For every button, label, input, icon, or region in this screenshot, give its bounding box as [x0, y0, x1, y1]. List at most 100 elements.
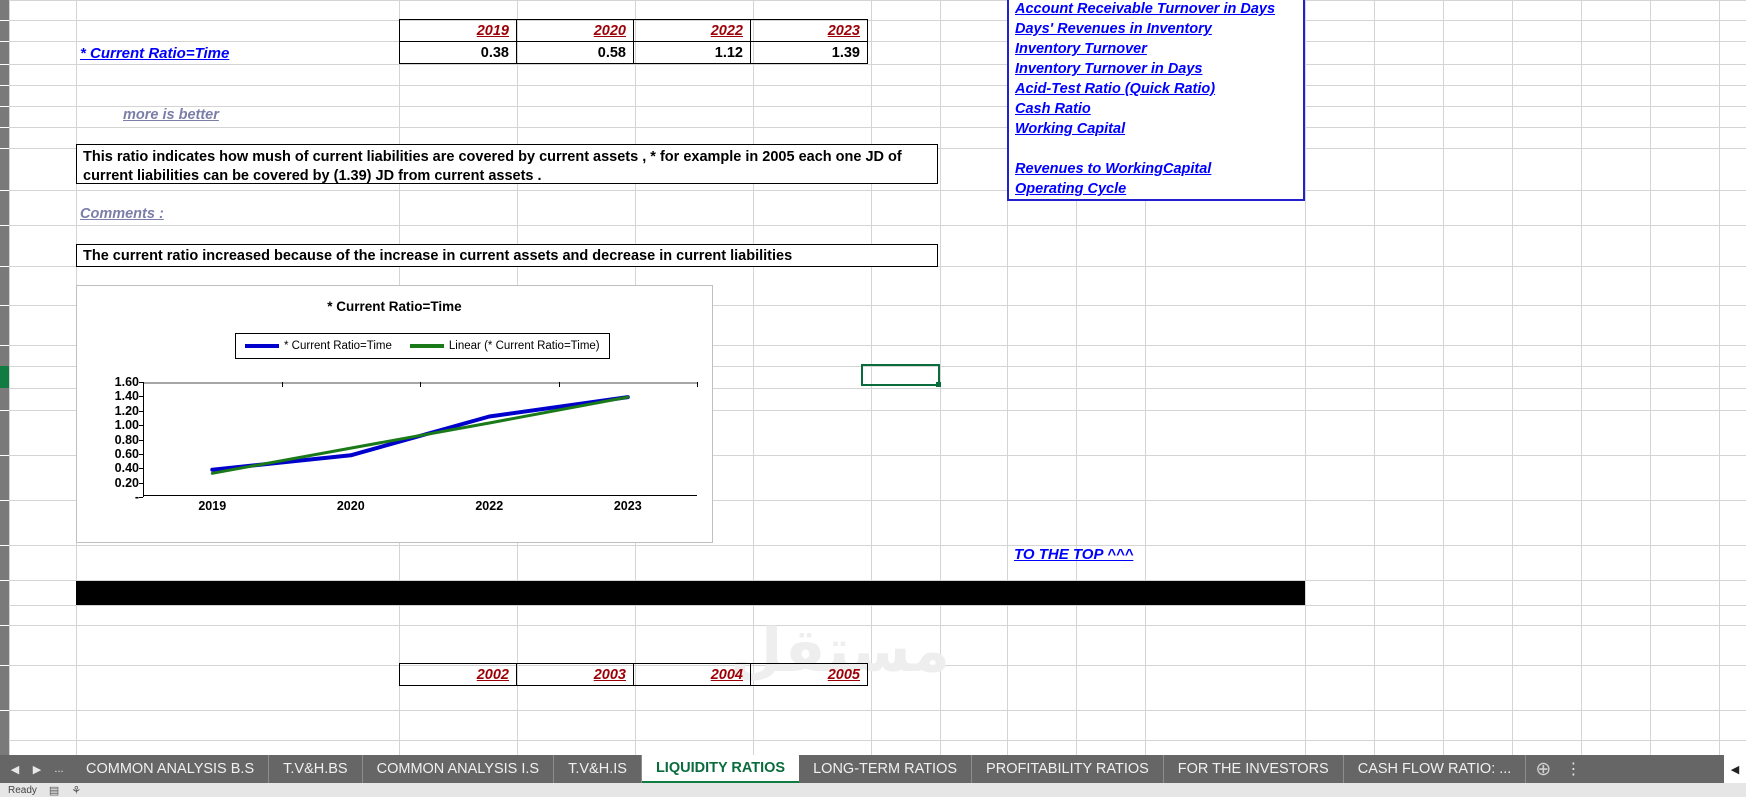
- lower-table-header-cell[interactable]: 2005: [750, 663, 868, 686]
- sheet-tab-t-v-h-bs[interactable]: T.V&H.BS: [269, 755, 363, 783]
- grid-row-line: [0, 127, 1746, 128]
- lower-ratio-table[interactable]: 2002 2003 2004 2005: [399, 663, 868, 686]
- legend-swatch-green: [409, 344, 444, 348]
- grid-column-line: [1374, 0, 1375, 755]
- nav-link-account-receivable-turnover-days[interactable]: Account Receivable Turnover in Days: [1015, 0, 1303, 19]
- row-header-gutter[interactable]: [0, 0, 9, 755]
- chart-series-line: [210, 395, 630, 475]
- grid-column-line: [1512, 0, 1513, 755]
- table-value-cell[interactable]: 0.38: [399, 41, 517, 64]
- lower-table-header-cell[interactable]: 2003: [516, 663, 634, 686]
- legend-swatch-blue: [245, 344, 279, 348]
- next-sheet-icon[interactable]: ▶: [26, 755, 48, 783]
- sheet-tab-t-v-h-is[interactable]: T.V&H.IS: [554, 755, 642, 783]
- nav-link-operating-cycle[interactable]: Operating Cycle: [1015, 179, 1303, 199]
- scroll-left-icon[interactable]: ◀: [1724, 755, 1746, 783]
- lower-table-header-row: 2002 2003 2004 2005: [399, 663, 868, 686]
- ratio-navigation-panel[interactable]: Account Receivable Turnover in Days Days…: [1007, 0, 1305, 201]
- spreadsheet-app: مستقل * Current Ratio=Time 2019 2020 202…: [0, 0, 1746, 797]
- to-the-top-link[interactable]: TO THE TOP ^^^: [1014, 546, 1133, 563]
- chart-y-tick-label: 1.00: [114, 418, 139, 433]
- sheet-tab-profitability-ratios[interactable]: PROFITABILITY RATIOS: [972, 755, 1164, 783]
- nav-link-revenues-to-working-capital[interactable]: Revenues to WorkingCapital: [1015, 159, 1303, 179]
- comments-textbox: The current ratio increased because of t…: [76, 244, 938, 267]
- grid-column-line: [1443, 0, 1444, 755]
- chart-y-tick-mark: [139, 497, 143, 498]
- comments-label: Comments :: [80, 206, 164, 222]
- nav-link-working-capital[interactable]: Working Capital: [1015, 119, 1303, 139]
- grid-row-line: [0, 545, 1746, 546]
- table-header-cell[interactable]: 2022: [633, 19, 751, 42]
- chart-legend: * Current Ratio=Time Linear (* Current R…: [235, 333, 610, 359]
- legend-item-series-1: * Current Ratio=Time: [245, 340, 392, 352]
- nav-link-inventory-turnover[interactable]: Inventory Turnover: [1015, 39, 1303, 59]
- chart-y-tick-label: 0.20: [114, 475, 139, 490]
- tab-nav-buttons[interactable]: ◀ ▶ ...: [0, 755, 72, 783]
- chart-plot-area: 1.60 1.40 1.20 1.00 0.80 0.60 0.40 0.20- 2019 20…: [115, 375, 698, 513]
- sheet-tab-cash-flow-ratio[interactable]: CASH FLOW RATIO: ...: [1344, 755, 1527, 783]
- chart-y-tick-label: 0.80: [114, 432, 139, 447]
- more-is-better-label: more is better: [123, 107, 219, 123]
- lower-table-header-cell[interactable]: 2002: [399, 663, 517, 686]
- nav-link-cash-ratio[interactable]: Cash Ratio: [1015, 99, 1303, 119]
- nav-link-inventory-turnover-in-days[interactable]: Inventory Turnover in Days: [1015, 59, 1303, 79]
- table-header-row: 2019 2020 2022 2023: [399, 19, 868, 42]
- nav-link-acid-test-ratio[interactable]: Acid-Test Ratio (Quick Ratio): [1015, 79, 1303, 99]
- grid-row-line: [0, 20, 1746, 21]
- black-divider-bar: [76, 581, 1305, 605]
- table-value-cell[interactable]: 1.39: [750, 41, 868, 64]
- legend-label-series-2: Linear (* Current Ratio=Time): [448, 340, 600, 352]
- legend-item-series-2: Linear (* Current Ratio=Time): [409, 340, 600, 352]
- current-ratio-chart[interactable]: * Current Ratio=Time * Current Ratio=Tim…: [76, 285, 713, 543]
- fill-handle[interactable]: [936, 382, 941, 387]
- table-value-cell[interactable]: 1.12: [633, 41, 751, 64]
- table-header-cell[interactable]: 2019: [399, 19, 517, 42]
- chart-y-tick-label: 0.60: [114, 446, 139, 461]
- nav-link-days-revenues-in-inventory[interactable]: Days' Revenues in Inventory: [1015, 19, 1303, 39]
- sheet-tab-common-analysis-i-s[interactable]: COMMON ANALYSIS I.S: [363, 755, 555, 783]
- grid-column-line: [1581, 0, 1582, 755]
- lower-table-header-cell[interactable]: 2004: [633, 663, 751, 686]
- sheet-tab-liquidity-ratios[interactable]: LIQUIDITY RATIOS: [641, 755, 800, 783]
- legend-label-series-1: * Current Ratio=Time: [284, 340, 392, 352]
- table-header-cell[interactable]: 2023: [750, 19, 868, 42]
- grid-row-line: [0, 605, 1746, 606]
- selected-cell[interactable]: [861, 364, 941, 387]
- chart-x-tick-mark: [697, 382, 698, 387]
- chart-y-tick-label: 1.40: [114, 389, 139, 404]
- sheet-tab-for-the-investors[interactable]: FOR THE INVESTORS: [1164, 755, 1344, 783]
- grid-column-line: [1650, 0, 1651, 755]
- accessibility-icon[interactable]: ▤: [49, 784, 59, 797]
- grid-row-line: [0, 190, 1746, 191]
- chart-x-tick-label: 2023: [613, 499, 642, 513]
- all-sheets-icon[interactable]: ...: [48, 755, 70, 783]
- sheet-tab-common-analysis-b-s[interactable]: COMMON ANALYSIS B.S: [72, 755, 270, 783]
- status-bar: Ready ▤ ⚘: [0, 783, 1746, 797]
- add-sheet-icon[interactable]: ⊕: [1526, 755, 1560, 783]
- sheet-tab-long-term-ratios[interactable]: LONG-TERM RATIOS: [799, 755, 973, 783]
- grid-row-line: [0, 41, 1746, 42]
- sheet-tab-bar[interactable]: ◀ ▶ ... COMMON ANALYSIS B.S T.V&H.BS COMMO…: [0, 755, 1746, 783]
- chart-y-tick-label: 0.40: [114, 461, 139, 476]
- prev-sheet-icon[interactable]: ◀: [4, 755, 26, 783]
- grid-row-line: [0, 85, 1746, 86]
- definition-textbox: This ratio indicates how mush of current…: [76, 144, 938, 184]
- chart-y-tick-label: 1.60: [114, 375, 139, 389]
- grid-row-line: [0, 106, 1746, 107]
- chart-y-tick-label: 1.20: [114, 403, 139, 418]
- grid-row-line: [0, 225, 1746, 226]
- table-row: 0.38 0.58 1.12 1.39: [399, 41, 868, 64]
- grid-column-line: [1719, 0, 1720, 755]
- current-ratio-row-link[interactable]: * Current Ratio=Time: [80, 45, 229, 62]
- chart-x-tick-label: 2022: [475, 499, 504, 513]
- chart-title: * Current Ratio=Time: [327, 299, 462, 314]
- sheet-menu-icon[interactable]: ⋮: [1560, 755, 1586, 783]
- macro-record-icon[interactable]: ⚘: [71, 784, 81, 797]
- table-header-cell[interactable]: 2020: [516, 19, 634, 42]
- grid-row-line: [0, 64, 1746, 65]
- ratio-table[interactable]: 2019 2020 2022 2023 0.38 0.58 1.12 1.39: [399, 19, 868, 64]
- table-value-cell[interactable]: 0.58: [516, 41, 634, 64]
- chart-x-tick-label: 2019: [198, 499, 227, 513]
- chart-series-svg: [210, 395, 630, 475]
